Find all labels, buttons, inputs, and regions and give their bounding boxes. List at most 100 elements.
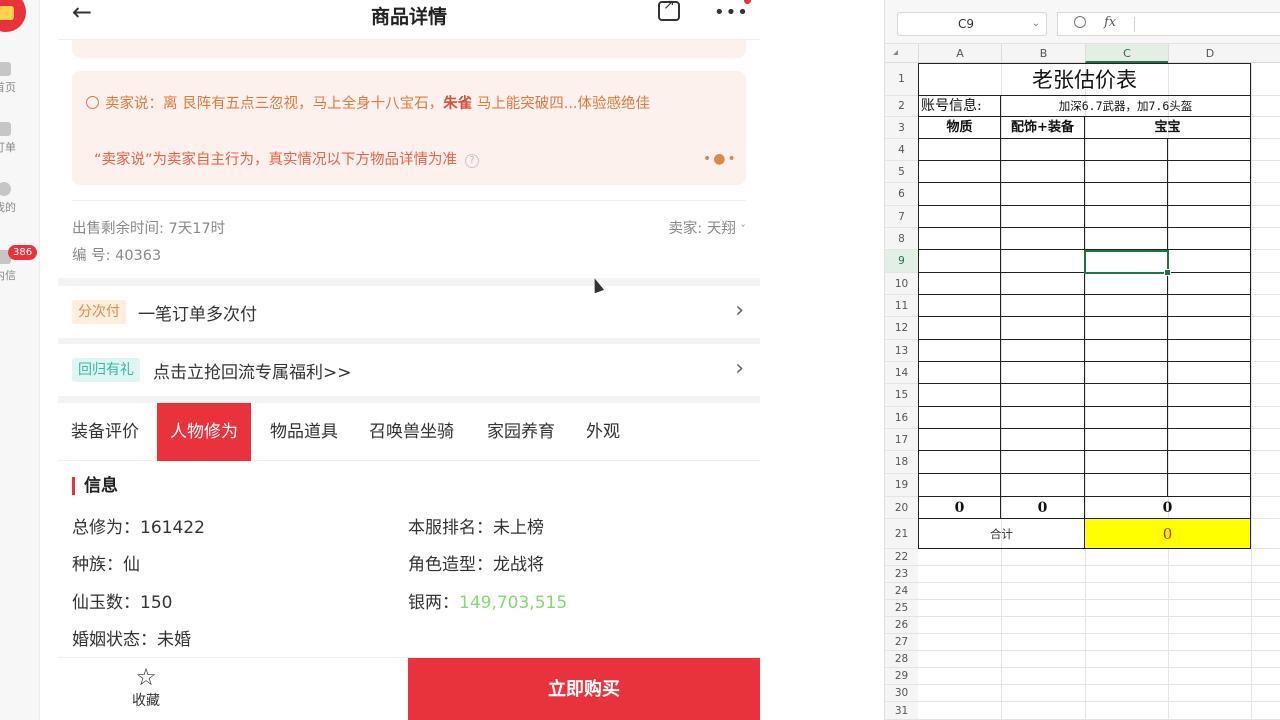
header-pet[interactable]: 宝宝 — [1085, 117, 1251, 139]
name-box[interactable]: C9 ⌄ — [897, 12, 1047, 36]
more-icon[interactable]: ••• — [714, 2, 749, 23]
tab-character-cultivation[interactable]: 人物修为 — [157, 403, 251, 461]
column-header-d[interactable]: D — [1168, 44, 1251, 63]
table-cell[interactable] — [918, 362, 1001, 384]
column-header-b[interactable]: B — [1001, 44, 1085, 63]
row-header-27[interactable]: 27 — [885, 634, 918, 651]
table-cell[interactable] — [1168, 161, 1251, 183]
sheet-title[interactable]: 老张估价表 — [918, 63, 1251, 96]
row-header-6[interactable]: 6 — [885, 183, 918, 206]
tab-home-raising[interactable]: 家园养育 — [487, 403, 555, 461]
table-cell[interactable] — [1168, 407, 1251, 429]
fx-icon[interactable]: fx — [1104, 15, 1116, 30]
row-header-11[interactable]: 11 — [885, 295, 918, 317]
table-cell[interactable] — [1168, 183, 1251, 206]
table-cell[interactable] — [918, 451, 1001, 474]
row-header-9[interactable]: 9 — [885, 250, 918, 273]
row-header-17[interactable]: 17 — [885, 429, 918, 451]
row-header-23[interactable]: 23 — [885, 566, 918, 583]
table-cell[interactable] — [1001, 474, 1085, 497]
table-cell[interactable] — [1085, 384, 1168, 407]
formula-input[interactable]: fx — [1057, 12, 1280, 36]
tab-summons-mounts[interactable]: 召唤兽坐骑 — [369, 403, 454, 461]
row-header-22[interactable]: 22 — [885, 549, 918, 566]
table-cell[interactable] — [918, 340, 1001, 362]
nav-item-messages[interactable]: 内信 386 — [0, 245, 40, 283]
installment-row[interactable]: 分次付 一笔订单多次付 › — [58, 286, 760, 338]
table-cell[interactable] — [1001, 161, 1085, 183]
seller-name[interactable]: 卖家: 天翔 ˇ — [668, 217, 746, 238]
table-cell[interactable] — [1001, 451, 1085, 474]
table-cell[interactable] — [1001, 340, 1085, 362]
sum-pet[interactable]: 0 — [1085, 497, 1251, 519]
table-cell[interactable] — [1085, 228, 1168, 250]
row-header-4[interactable]: 4 — [885, 139, 918, 161]
table-cell[interactable] — [918, 183, 1001, 206]
table-cell[interactable] — [918, 317, 1001, 340]
row-header-14[interactable]: 14 — [885, 362, 918, 384]
table-cell[interactable] — [1085, 429, 1168, 451]
table-cell[interactable] — [1168, 429, 1251, 451]
table-cell[interactable] — [918, 474, 1001, 497]
total-value[interactable]: 0 — [1085, 519, 1251, 549]
expand-dots-icon[interactable]: •●• — [703, 151, 738, 167]
account-value[interactable]: 加深6.7武器，加7.6头盔 — [1001, 96, 1251, 117]
table-cell[interactable] — [918, 206, 1001, 228]
row-header-1[interactable]: 1 — [885, 63, 918, 96]
selected-cell-c9[interactable] — [1084, 250, 1171, 276]
row-header-2[interactable]: 2 — [885, 96, 918, 117]
table-cell[interactable] — [918, 295, 1001, 317]
table-cell[interactable] — [918, 429, 1001, 451]
table-cell[interactable] — [1085, 295, 1168, 317]
row-header-21[interactable]: 21 — [885, 519, 918, 549]
table-cell[interactable] — [1001, 273, 1085, 295]
row-header-12[interactable]: 12 — [885, 317, 918, 340]
row-header-8[interactable]: 8 — [885, 228, 918, 250]
row-header-15[interactable]: 15 — [885, 384, 918, 407]
table-cell[interactable] — [1085, 139, 1168, 161]
table-cell[interactable] — [1001, 384, 1085, 407]
row-header-24[interactable]: 24 — [885, 583, 918, 600]
zoom-icon[interactable] — [1074, 16, 1086, 28]
row-header-18[interactable]: 18 — [885, 451, 918, 474]
column-header-a[interactable]: A — [918, 44, 1001, 63]
nav-item-profile[interactable]: 我的 — [0, 182, 40, 215]
table-cell[interactable] — [918, 407, 1001, 429]
table-cell[interactable] — [1001, 206, 1085, 228]
row-header-20[interactable]: 20 — [885, 497, 918, 519]
table-cell[interactable] — [1001, 139, 1085, 161]
favorite-button[interactable]: ☆ 收藏 — [116, 664, 176, 710]
table-cell[interactable] — [1085, 161, 1168, 183]
table-cell[interactable] — [1085, 273, 1168, 295]
row-header-16[interactable]: 16 — [885, 407, 918, 429]
table-cell[interactable] — [1168, 340, 1251, 362]
table-cell[interactable] — [918, 273, 1001, 295]
row-header-13[interactable]: 13 — [885, 340, 918, 362]
table-cell[interactable] — [1168, 206, 1251, 228]
table-cell[interactable] — [1085, 362, 1168, 384]
table-cell[interactable] — [1168, 139, 1251, 161]
total-label[interactable]: 合计 — [918, 519, 1085, 549]
row-header-3[interactable]: 3 — [885, 117, 918, 139]
header-material[interactable]: 物质 — [918, 117, 1001, 139]
table-cell[interactable] — [1001, 183, 1085, 206]
account-label[interactable]: 账号信息: — [918, 96, 1001, 117]
return-gift-row[interactable]: 回归有礼 点击立抢回流专属福利>> › — [58, 344, 760, 396]
row-header-25[interactable]: 25 — [885, 600, 918, 617]
table-cell[interactable] — [1168, 317, 1251, 340]
table-cell[interactable] — [918, 384, 1001, 407]
column-header-c[interactable]: C — [1085, 44, 1168, 63]
table-cell[interactable] — [1001, 429, 1085, 451]
table-cell[interactable] — [1085, 474, 1168, 497]
nav-item-home[interactable]: 首页 — [0, 62, 40, 95]
row-header-28[interactable]: 28 — [885, 651, 918, 668]
table-cell[interactable] — [1001, 407, 1085, 429]
row-header-26[interactable]: 26 — [885, 617, 918, 634]
table-cell[interactable] — [1168, 250, 1251, 273]
row-header-10[interactable]: 10 — [885, 273, 918, 295]
table-cell[interactable] — [918, 250, 1001, 273]
table-cell[interactable] — [918, 161, 1001, 183]
table-cell[interactable] — [1168, 273, 1251, 295]
tab-equipment-review[interactable]: 装备评价 — [71, 403, 139, 461]
table-cell[interactable] — [1085, 340, 1168, 362]
